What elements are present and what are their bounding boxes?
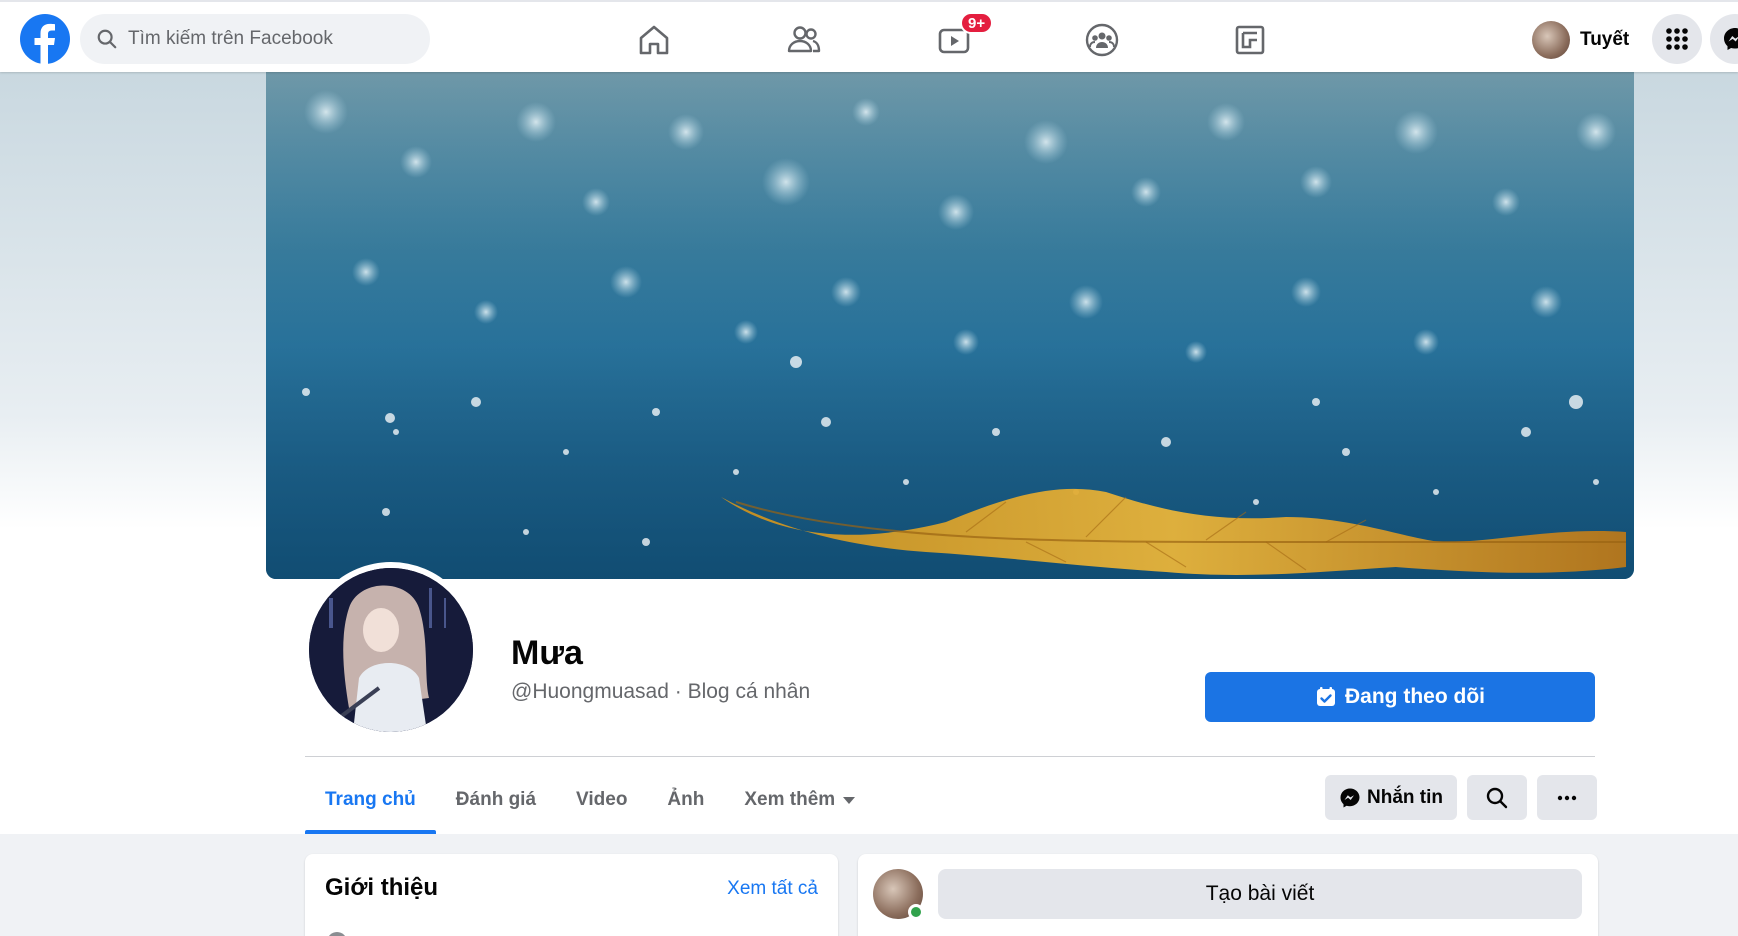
home-tab[interactable] xyxy=(630,16,678,64)
watch-badge: 9+ xyxy=(960,12,994,34)
following-label: Đang theo dõi xyxy=(1345,685,1485,708)
composer-card: Tạo bài viết xyxy=(858,854,1598,936)
anime-girl-illustration xyxy=(309,568,473,732)
page-search-button[interactable] xyxy=(1467,775,1527,820)
groups-icon xyxy=(1085,23,1119,57)
cover-photo[interactable] xyxy=(266,72,1634,579)
tab-label: Xem thêm xyxy=(744,789,836,810)
more-dots-icon xyxy=(1557,795,1577,800)
user-name: Tuyết xyxy=(1580,29,1630,50)
avatar xyxy=(1532,21,1570,59)
intro-card: Giới thiệu Xem tất cả xyxy=(305,854,838,936)
home-icon xyxy=(639,25,669,55)
grid-menu-icon xyxy=(1666,28,1688,50)
tab-label: Video xyxy=(576,789,628,810)
more-options-button[interactable] xyxy=(1537,775,1597,820)
facebook-logo-icon[interactable] xyxy=(20,14,70,64)
profile-shortcut[interactable]: Tuyết xyxy=(1532,18,1629,62)
page-handle-category: @Huongmuasad · Blog cá nhân xyxy=(511,680,811,703)
page-profile-picture[interactable] xyxy=(303,562,479,738)
see-all-link[interactable]: Xem tất cả xyxy=(727,878,818,900)
rain-leaf-illustration xyxy=(266,72,1634,579)
tab-label: Trang chủ xyxy=(325,789,416,810)
top-navbar: 9+ Tuyết xyxy=(0,0,1738,72)
search-icon xyxy=(1486,787,1508,808)
page-tabs: Trang chủ Đánh giá Video Ảnh Xem thêm xyxy=(305,766,875,834)
tab-reviews[interactable]: Đánh giá xyxy=(436,766,556,834)
tab-label: Ảnh xyxy=(667,789,705,810)
search-input[interactable] xyxy=(128,28,408,50)
message-button[interactable]: Nhắn tin xyxy=(1325,775,1457,820)
tab-home[interactable]: Trang chủ xyxy=(305,766,436,834)
search-bar[interactable] xyxy=(80,14,430,64)
page-header: Mưa @Huongmuasad · Blog cá nhân Đang the… xyxy=(0,72,1738,834)
messenger-icon xyxy=(1340,788,1360,807)
groups-tab[interactable] xyxy=(1078,16,1126,64)
gaming-icon xyxy=(1235,25,1265,55)
friends-icon xyxy=(787,26,821,53)
friends-tab[interactable] xyxy=(780,16,828,64)
online-status-icon xyxy=(908,904,924,920)
menu-button[interactable] xyxy=(1652,14,1702,64)
intro-title: Giới thiệu xyxy=(325,874,439,901)
messenger-button[interactable] xyxy=(1710,14,1738,64)
tab-photos[interactable]: Ảnh xyxy=(647,766,724,834)
create-post-label: Tạo bài viết xyxy=(1205,882,1315,905)
message-label: Nhắn tin xyxy=(1367,786,1443,808)
search-icon xyxy=(97,29,117,49)
header-divider xyxy=(305,756,1595,757)
create-post-button[interactable]: Tạo bài viết xyxy=(938,869,1582,919)
following-button[interactable]: Đang theo dõi xyxy=(1205,672,1595,722)
following-check-icon xyxy=(1317,687,1335,706)
tab-more[interactable]: Xem thêm xyxy=(724,766,875,834)
caret-down-icon xyxy=(843,796,856,804)
tab-video[interactable]: Video xyxy=(556,766,647,834)
messenger-icon xyxy=(1724,28,1738,50)
watch-tab[interactable]: 9+ xyxy=(930,12,994,64)
gaming-tab[interactable] xyxy=(1226,16,1274,64)
tab-label: Đánh giá xyxy=(455,789,537,810)
intro-item-icon xyxy=(327,932,347,936)
page-title: Mưa xyxy=(511,634,583,672)
